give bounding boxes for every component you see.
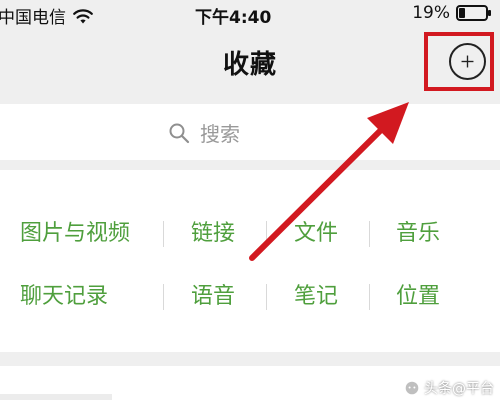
carrier-label: 中国电信 — [0, 8, 66, 28]
wifi-icon — [72, 7, 94, 25]
category-links[interactable]: 链接 — [191, 223, 235, 245]
category-divider — [163, 284, 164, 310]
search-content: 搜索 — [168, 118, 240, 147]
add-favorite-button[interactable] — [449, 43, 486, 80]
navigation-bar: 收藏 — [0, 28, 500, 94]
battery-icon — [456, 5, 492, 21]
watermark: 头条@平台 — [404, 378, 494, 398]
category-divider — [266, 221, 267, 247]
watermark-text: 头条@平台 — [424, 381, 494, 397]
categories-panel: 图片与视频 链接 文件 音乐 聊天记录 语音 笔记 位置 — [0, 170, 500, 352]
search-placeholder: 搜索 — [200, 122, 240, 146]
search-bar[interactable]: 搜索 — [0, 104, 500, 160]
category-music[interactable]: 音乐 — [396, 223, 440, 245]
list-item-preview — [0, 394, 112, 400]
category-files[interactable]: 文件 — [294, 223, 338, 245]
status-right: 19% — [412, 3, 492, 23]
category-divider — [266, 284, 267, 310]
status-time: 下午4:40 — [195, 8, 272, 28]
category-divider — [369, 221, 370, 247]
watermark-logo — [404, 380, 420, 396]
category-divider — [163, 221, 164, 247]
category-divider — [369, 284, 370, 310]
plus-circle-icon — [461, 55, 474, 68]
favorites-screen: 中国电信 下午4:40 19% 收藏 搜索 图片与视频 链接 文件 音乐 聊天记… — [0, 0, 500, 400]
category-images-videos[interactable]: 图片与视频 — [20, 223, 130, 245]
battery-percent: 19% — [412, 3, 450, 23]
search-icon — [168, 122, 190, 144]
status-bar: 中国电信 下午4:40 19% — [0, 0, 500, 28]
category-notes[interactable]: 笔记 — [294, 286, 338, 308]
status-left: 中国电信 — [0, 3, 94, 28]
category-chat-records[interactable]: 聊天记录 — [20, 286, 108, 308]
category-location[interactable]: 位置 — [396, 286, 440, 308]
category-voice[interactable]: 语音 — [191, 286, 235, 308]
